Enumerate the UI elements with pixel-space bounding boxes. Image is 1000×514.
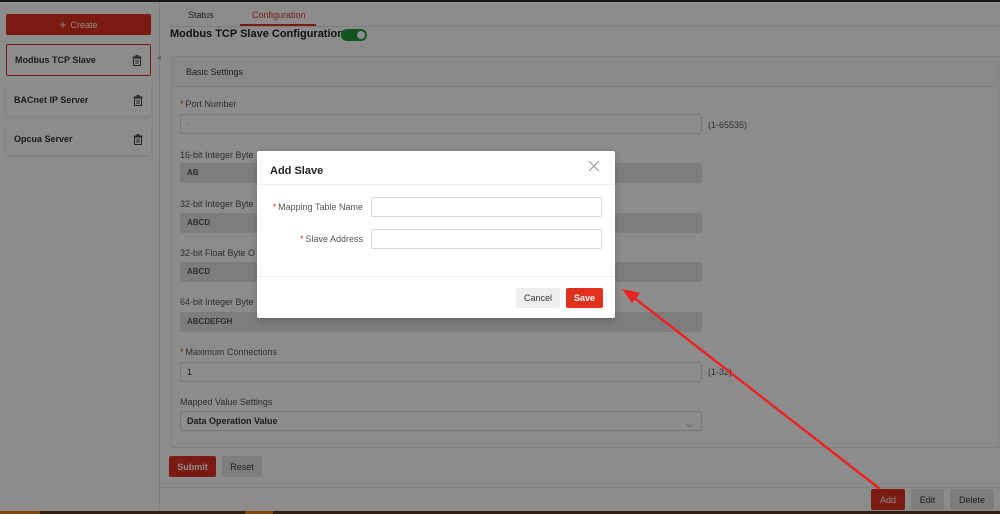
- slave-address-input[interactable]: [371, 229, 602, 249]
- dialog-header-divider: [257, 184, 615, 185]
- mapping-table-name-label-text: Mapping Table Name: [278, 202, 363, 212]
- slave-address-label: * Slave Address: [269, 234, 363, 244]
- dialog-footer-divider: [257, 276, 615, 277]
- add-slave-dialog: Add Slave * Mapping Table Name * Slave Add…: [257, 151, 615, 318]
- cancel-button[interactable]: Cancel: [516, 288, 560, 308]
- mapping-table-name-label: * Mapping Table Name: [269, 202, 363, 212]
- dialog-title: Add Slave: [270, 165, 324, 177]
- save-button[interactable]: Save: [566, 288, 603, 308]
- slave-address-label-text: Slave Address: [305, 234, 363, 244]
- required-mark: *: [299, 234, 304, 244]
- mapping-table-name-input[interactable]: [371, 197, 602, 217]
- close-icon[interactable]: [587, 159, 601, 173]
- required-mark: *: [272, 202, 277, 212]
